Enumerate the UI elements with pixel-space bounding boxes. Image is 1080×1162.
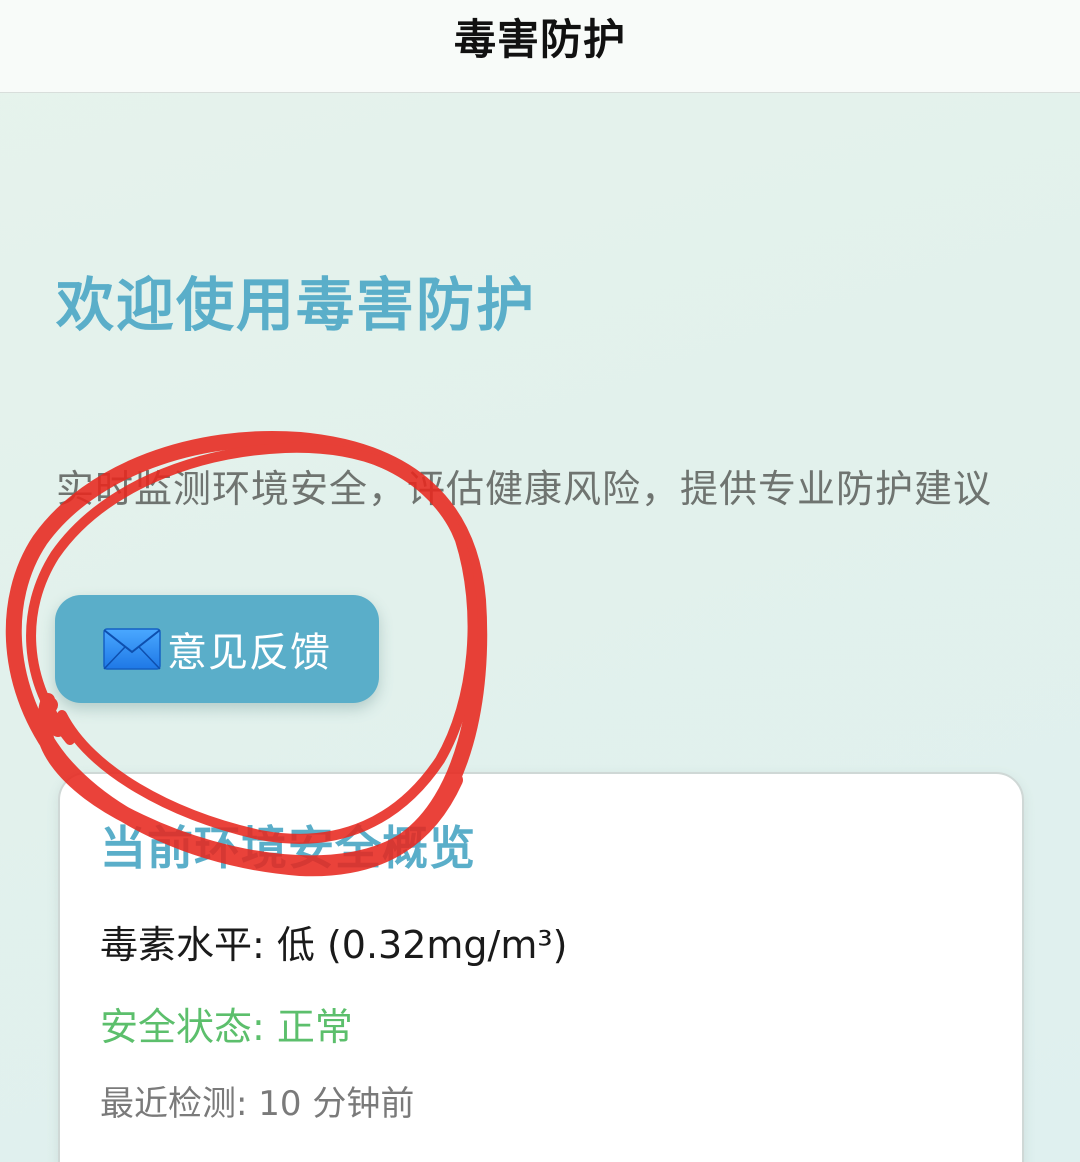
feedback-button-label: 意见反馈 <box>167 630 331 676</box>
safety-status-text: 安全状态: 正常 <box>100 1005 353 1049</box>
nav-title: 毒害防护 <box>453 15 626 64</box>
card-title: 当前环境安全概览 <box>100 821 476 875</box>
environment-overview-card: 当前环境安全概览 毒素水平: 低 (0.32mg/m³) 安全状态: 正常 最近… <box>58 772 1024 1162</box>
last-check-text: 最近检测: 10 分钟前 <box>100 1084 415 1124</box>
welcome-subtitle: 实时监测环境安全，评估健康风险，提供专业防护建议 <box>56 467 993 511</box>
navigation-bar: 毒害防护 <box>0 0 1080 93</box>
toxin-level-text: 毒素水平: 低 (0.32mg/m³) <box>100 923 568 967</box>
feedback-button[interactable]: 意见反馈 <box>55 595 379 703</box>
welcome-title: 欢迎使用毒害防护 <box>56 271 537 339</box>
envelope-icon <box>103 628 161 670</box>
